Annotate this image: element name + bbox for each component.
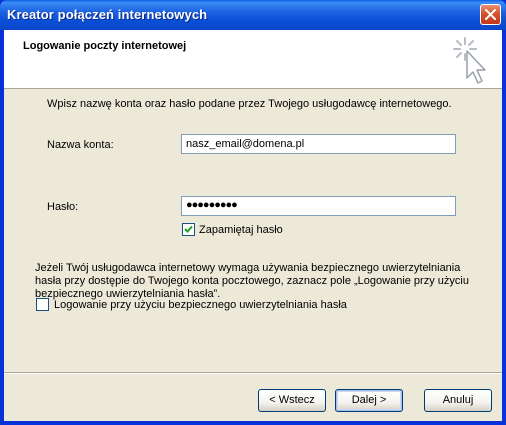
wizard-header: Logowanie poczty internetowej [4,30,502,89]
account-name-label: Nazwa konta: [47,139,114,151]
next-button[interactable]: Dalej > [335,389,403,412]
intro-text: Wpisz nazwę konta oraz hasło podane prze… [47,98,452,110]
account-name-input[interactable]: nasz_email@domena.pl [181,134,456,154]
remember-password-checkbox[interactable] [182,223,195,236]
page-title: Logowanie poczty internetowej [23,40,187,52]
cancel-button[interactable]: Anuluj [424,389,492,412]
secure-password-auth-checkbox[interactable] [36,298,49,311]
wizard-window: Kreator połączeń internetowych Logowanie… [0,0,506,425]
title-bar[interactable]: Kreator połączeń internetowych [0,0,506,30]
dialog-body: Logowanie poczty internetowej Wpisz nazw… [4,30,502,421]
remember-password-label[interactable]: Zapamiętaj hasło [199,224,283,236]
wizard-cursor-icon [453,37,486,84]
secure-password-auth-label[interactable]: Logowanie przy użyciu bezpiecznego uwier… [54,299,347,311]
footer-separator [4,372,502,374]
password-input[interactable]: ●●●●●●●●● [181,196,456,216]
close-button[interactable] [480,4,501,25]
checkmark-icon [184,225,193,233]
back-button[interactable]: < Wstecz [258,389,326,412]
window-title: Kreator połączeń internetowych [7,7,208,22]
close-icon [485,9,496,20]
spa-info-text: Jeżeli Twój usługodawca internetowy wyma… [35,262,469,300]
password-label: Hasło: [47,201,79,213]
